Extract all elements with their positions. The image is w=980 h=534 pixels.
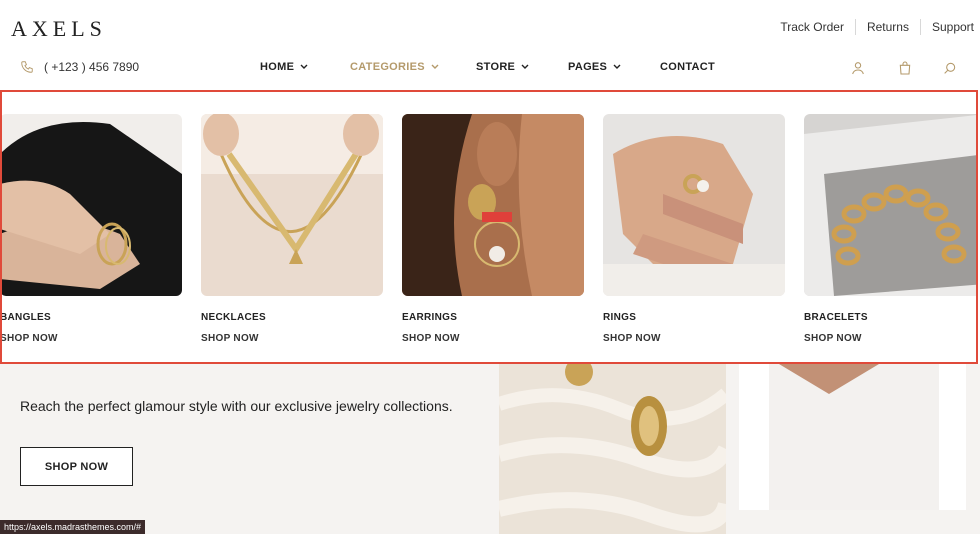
category-name-necklaces[interactable]: NECKLACES bbox=[201, 312, 383, 323]
shop-now-rings-link[interactable]: SHOP NOW bbox=[603, 333, 785, 344]
category-card-earrings[interactable]: EARRINGS SHOP NOW bbox=[402, 114, 584, 344]
category-card-bracelets[interactable]: BRACELETS SHOP NOW bbox=[804, 114, 976, 344]
support-link[interactable]: Support bbox=[921, 19, 974, 35]
shop-now-bangles-link[interactable]: SHOP NOW bbox=[2, 333, 182, 344]
chevron-down-icon bbox=[431, 64, 439, 69]
chevron-down-icon bbox=[521, 64, 529, 69]
site-logo[interactable]: AXELS bbox=[11, 16, 107, 42]
main-nav: HOME CATEGORIES STORE PAGES CONTACT bbox=[0, 61, 980, 77]
status-bar-url: https://axels.madrasthemes.com/# bbox=[0, 520, 146, 534]
category-name-bracelets[interactable]: BRACELETS bbox=[804, 312, 976, 323]
bracelets-image[interactable] bbox=[804, 114, 976, 296]
nav-store-label: STORE bbox=[476, 61, 516, 73]
shop-now-earrings-link[interactable]: SHOP NOW bbox=[402, 333, 584, 344]
bangles-image[interactable] bbox=[2, 114, 182, 296]
earrings-image[interactable] bbox=[402, 114, 584, 296]
top-links: Track Order Returns Support bbox=[769, 19, 974, 35]
categories-megamenu: BANGLES SHOP NOW NECKLACES SHOP NOW EARR… bbox=[0, 90, 978, 364]
user-icon[interactable] bbox=[850, 60, 866, 76]
chevron-down-icon bbox=[300, 64, 308, 69]
track-order-link[interactable]: Track Order bbox=[769, 19, 856, 35]
shop-now-bracelets-link[interactable]: SHOP NOW bbox=[804, 333, 976, 344]
nav-home[interactable]: HOME bbox=[260, 61, 308, 73]
category-card-necklaces[interactable]: NECKLACES SHOP NOW bbox=[201, 114, 383, 344]
nav-store[interactable]: STORE bbox=[476, 61, 529, 73]
nav-contact-label: CONTACT bbox=[660, 61, 716, 73]
rings-image[interactable] bbox=[603, 114, 785, 296]
necklaces-image[interactable] bbox=[201, 114, 383, 296]
nav-categories[interactable]: CATEGORIES bbox=[350, 61, 439, 73]
nav-pages[interactable]: PAGES bbox=[568, 61, 621, 73]
hero-image-model-white-top bbox=[739, 364, 966, 510]
bag-icon[interactable] bbox=[897, 60, 913, 76]
category-card-bangles[interactable]: BANGLES SHOP NOW bbox=[2, 114, 182, 344]
hero-tagline: Reach the perfect glamour style with our… bbox=[20, 398, 453, 414]
shop-now-necklaces-link[interactable]: SHOP NOW bbox=[201, 333, 383, 344]
chevron-down-icon bbox=[613, 64, 621, 69]
category-name-bangles[interactable]: BANGLES bbox=[2, 312, 182, 323]
nav-home-label: HOME bbox=[260, 61, 295, 73]
category-card-rings[interactable]: RINGS SHOP NOW bbox=[603, 114, 785, 344]
nav-contact[interactable]: CONTACT bbox=[660, 61, 715, 73]
search-icon[interactable] bbox=[942, 60, 958, 76]
category-name-rings[interactable]: RINGS bbox=[603, 312, 785, 323]
hero-image-gold-rings-on-sand bbox=[499, 364, 726, 534]
category-name-earrings[interactable]: EARRINGS bbox=[402, 312, 584, 323]
nav-categories-label: CATEGORIES bbox=[350, 61, 425, 73]
hero-shop-now-button[interactable]: SHOP NOW bbox=[20, 447, 133, 486]
returns-link[interactable]: Returns bbox=[856, 19, 921, 35]
nav-pages-label: PAGES bbox=[568, 61, 608, 73]
